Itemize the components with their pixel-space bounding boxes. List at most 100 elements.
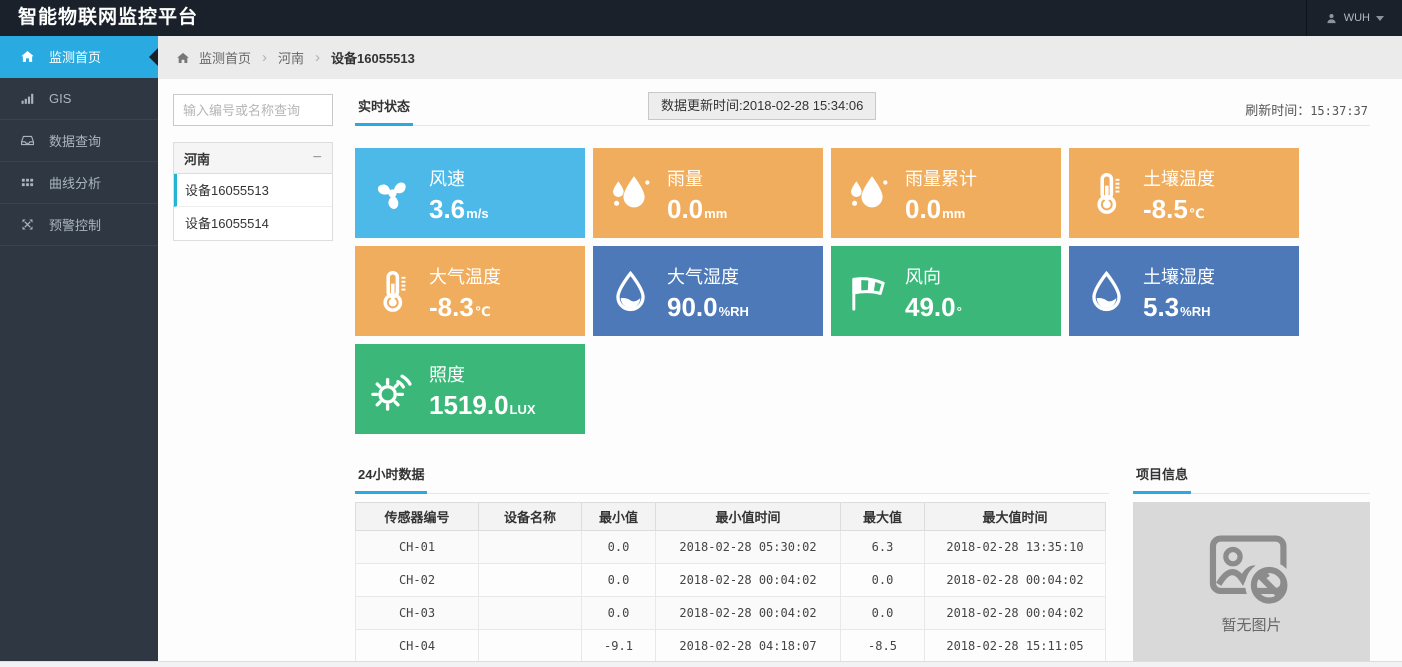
card-unit: mm [942,206,965,221]
device-group-header[interactable]: 河南 [174,143,332,174]
no-image-icon [1206,530,1298,610]
card-value: -8.5℃ [1143,196,1215,222]
refresh-time: 刷新时间：15:37:37 [1245,100,1368,119]
card-value: 0.0mm [905,196,977,222]
tab-realtime-status[interactable]: 实时状态 [355,90,413,126]
tab-project-info[interactable]: 项目信息 [1133,458,1191,494]
sidebar-item-label: 曲线分析 [49,173,101,192]
table-row: CH-010.02018-02-28 05:30:026.32018-02-28… [356,531,1106,564]
table-cell: 2018-02-28 05:30:02 [656,531,841,564]
table-header-cell: 最大值 [841,503,925,531]
table-cell: CH-04 [356,630,479,663]
card-text: 大气温度 -8.3℃ [429,263,501,320]
status-card-air-humidity: 大气湿度 90.0%RH [593,246,823,336]
user-name: WUH [1344,12,1370,24]
card-text: 风速3.6m/s [429,165,489,222]
chevron-right-icon [304,49,331,66]
sidebar-item-gis[interactable]: GIS [0,78,158,120]
card-title: 风速 [429,165,489,191]
table-header-row: 传感器编号设备名称最小值最小值时间最大值最大值时间 [356,503,1106,531]
raindrops-icon [831,170,905,217]
table-cell: CH-01 [356,531,479,564]
table-cell: 2018-02-28 15:11:05 [925,630,1106,663]
status-card-rainfall-total: 雨量累计 0.0mm [831,148,1061,238]
collapse-minus-icon[interactable] [313,150,322,166]
sidebar-item-monitor-home[interactable]: 监测首页 [0,36,158,78]
card-unit: mm [704,206,727,221]
card-value: 90.0%RH [667,294,749,320]
table-header-cell: 传感器编号 [356,503,479,531]
project-image-placeholder: 暂无图片 [1133,502,1370,662]
table-header-cell: 最大值时间 [925,503,1106,531]
table-header-cell: 设备名称 [479,503,582,531]
fan-icon [355,170,429,217]
status-card-soil-temp: 土壤温度-8.5℃ [1069,148,1299,238]
table-cell: 0.0 [582,597,656,630]
history-tab-strip: 24小时数据 [355,458,1109,494]
card-unit: ℃ [475,304,491,319]
card-text: 风向 49.0° [905,263,962,320]
sidebar-item-curve-analysis[interactable]: 曲线分析 [0,162,158,204]
chevron-down-icon [1376,16,1384,21]
content-column: 实时状态 数据更新时间:2018-02-28 15:34:06 刷新时间：15:… [355,90,1370,665]
history-table: 传感器编号设备名称最小值最小值时间最大值最大值时间 CH-010.02018-0… [355,502,1106,665]
status-card-wind-direction: 风向 49.0° [831,246,1061,336]
table-cell: 2018-02-28 00:04:02 [656,564,841,597]
status-card-soil-humidity: 土壤湿度5.3%RH [1069,246,1299,336]
data-update-time-button[interactable]: 数据更新时间:2018-02-28 15:34:06 [648,92,876,120]
card-title: 大气温度 [429,263,501,289]
card-unit: %RH [719,304,749,319]
device-list-item[interactable]: 设备16055513 [174,174,332,207]
table-cell: 2018-02-28 00:04:02 [925,597,1106,630]
history-table-wrap: 传感器编号设备名称最小值最小值时间最大值最大值时间 CH-010.02018-0… [355,502,1109,665]
refresh-time-label: 刷新时间： [1245,103,1310,118]
table-header-cell: 最小值时间 [656,503,841,531]
card-title: 照度 [429,361,536,387]
status-cards-grid: 风速3.6m/s 雨量0.0mm 雨量累计 0.0mm 土壤温度-8.5℃ 大气温度 -8.… [355,148,1370,434]
card-title: 风向 [905,263,962,289]
breadcrumb-item[interactable]: 河南 [278,48,304,67]
card-text: 雨量累计 0.0mm [905,165,977,222]
top-bar: 智能物联网监控平台 WUH [0,0,1402,36]
card-value: 49.0° [905,294,962,320]
table-cell: 0.0 [582,564,656,597]
card-value: 1519.0LUX [429,392,536,418]
sidebar-item-alert-control[interactable]: 预警控制 [0,204,158,246]
humidity-icon [593,268,667,315]
sun-icon [355,366,429,413]
data-query-icon [20,133,35,148]
sidebar-item-data-query[interactable]: 数据查询 [0,120,158,162]
device-group-panel: 河南 设备16055513设备16055514 [173,142,333,241]
status-card-illuminance: 照度 1519.0LUX [355,344,585,434]
card-title: 大气湿度 [667,263,749,289]
table-cell: 6.3 [841,531,925,564]
breadcrumb-items: 监测首页 河南 设备16055513 [199,48,415,67]
card-value: -8.3℃ [429,294,501,320]
card-title: 雨量累计 [905,165,977,191]
status-card-rainfall: 雨量0.0mm [593,148,823,238]
home-icon [176,51,199,65]
card-text: 大气湿度 90.0%RH [667,263,749,320]
card-unit: ° [957,304,962,319]
user-icon [1325,12,1338,25]
table-cell [479,597,582,630]
tab-24h-data[interactable]: 24小时数据 [355,458,427,494]
curve-analysis-icon [20,175,35,190]
card-unit: m/s [466,206,488,221]
breadcrumb-item[interactable]: 监测首页 [199,48,251,67]
windsock-icon [831,268,905,315]
device-list-item[interactable]: 设备16055514 [174,207,332,240]
table-cell: -9.1 [582,630,656,663]
user-menu[interactable]: WUH [1306,0,1402,36]
bottom-scroll-strip[interactable] [0,661,1402,667]
device-list: 设备16055513设备16055514 [174,174,332,240]
gis-icon [20,91,35,106]
breadcrumb-item: 设备16055513 [331,48,415,67]
device-search-input[interactable] [173,94,333,126]
thermometer-icon [355,268,429,315]
table-cell: 2018-02-28 13:35:10 [925,531,1106,564]
realtime-tab-strip: 实时状态 数据更新时间:2018-02-28 15:34:06 刷新时间：15:… [355,90,1370,126]
app-title: 智能物联网监控平台 [0,0,1402,36]
history-section: 24小时数据 传感器编号设备名称最小值最小值时间最大值最大值时间 CH-010.… [355,458,1109,665]
device-group-label: 河南 [184,149,210,168]
